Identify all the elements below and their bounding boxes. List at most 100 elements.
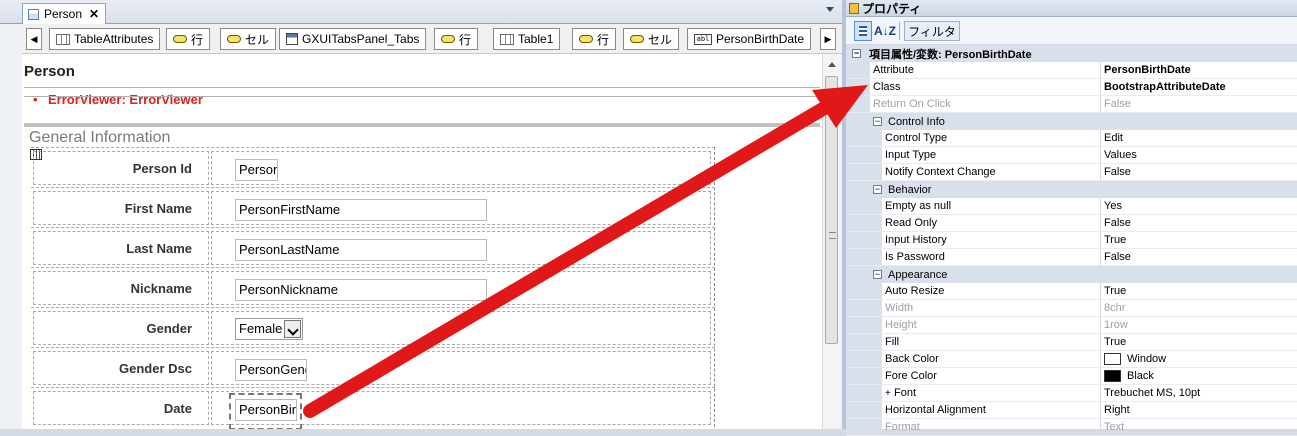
property-row-auto-resize[interactable]: Auto Resize True <box>846 283 1297 300</box>
field-cell[interactable]: Person <box>211 151 711 185</box>
breadcrumb-scroll-left-button[interactable]: ◀ <box>26 28 42 50</box>
table-row: Date PersonBirt <box>31 387 715 429</box>
property-value[interactable]: Black <box>1101 368 1297 384</box>
field-cell[interactable]: PersonBirt <box>211 391 711 429</box>
collapse-icon[interactable]: − <box>873 270 882 279</box>
category-label: Behavior <box>888 183 932 196</box>
label-first-name[interactable]: First Name <box>33 191 209 225</box>
field-cell[interactable]: PersonFirstName <box>211 191 711 225</box>
field-cell[interactable]: PersonNickname <box>211 271 711 305</box>
property-value[interactable]: Trebuchet MS, 10pt <box>1101 385 1297 401</box>
crumb-person-birth-date[interactable]: abl PersonBirthDate <box>687 28 812 50</box>
property-row-notify-context-change[interactable]: Notify Context Change False <box>846 164 1297 181</box>
crumb-row-1[interactable]: 行 <box>166 28 211 50</box>
crumb-tabs-panel[interactable]: GXUITabsPanel_Tabs <box>279 28 427 50</box>
label-gender-dsc[interactable]: Gender Dsc <box>33 351 209 385</box>
categorized-view-button[interactable] <box>854 21 872 41</box>
chevron-left-icon: ◀ <box>30 33 38 44</box>
property-value[interactable]: 1row <box>1101 317 1297 333</box>
breadcrumb-scroll-right-button[interactable]: ▶ <box>820 28 836 50</box>
table-icon <box>500 33 514 45</box>
crumb-cell-2[interactable]: セル <box>623 28 680 50</box>
property-value[interactable]: False <box>1101 164 1297 180</box>
property-row-read-only[interactable]: Read Only False <box>846 215 1297 232</box>
property-row-empty-as-null[interactable]: Empty as null Yes <box>846 198 1297 215</box>
field-cell[interactable]: PersonGend <box>211 351 711 385</box>
field-cell[interactable]: Female <box>211 311 711 345</box>
property-row-return-on-click[interactable]: Return On Click False <box>846 96 1297 113</box>
property-row-is-password[interactable]: Is Password False <box>846 249 1297 266</box>
crumb-table-attributes[interactable]: TableAttributes <box>49 28 161 50</box>
crumb-cell-1[interactable]: セル <box>220 28 277 50</box>
gender-select[interactable]: Female <box>235 318 303 340</box>
tab-person[interactable]: Person ✕ <box>22 3 106 24</box>
property-row-font[interactable]: + Font Trebuchet MS, 10pt <box>846 385 1297 402</box>
tab-list-dropdown-icon[interactable] <box>826 7 834 12</box>
error-viewer[interactable]: ErrorViewer: ErrorViewer <box>33 92 203 107</box>
chevron-down-icon[interactable] <box>284 320 301 338</box>
property-value[interactable]: BootstrapAttributeDate <box>1101 79 1297 95</box>
property-value[interactable]: False <box>1101 96 1297 112</box>
property-row-width[interactable]: Width 8chr <box>846 300 1297 317</box>
property-value[interactable]: 8chr <box>1101 300 1297 316</box>
property-value[interactable]: True <box>1101 283 1297 299</box>
property-name: Height <box>882 317 1101 333</box>
crumb-row-2[interactable]: 行 <box>434 28 479 50</box>
property-value[interactable]: Yes <box>1101 198 1297 214</box>
property-row-input-history[interactable]: Input History True <box>846 232 1297 249</box>
property-name: Fill <box>882 334 1101 350</box>
property-row-format[interactable]: Format Text <box>846 419 1297 436</box>
property-row-attribute[interactable]: Attribute PersonBirthDate <box>846 62 1297 79</box>
crumb-row-3[interactable]: 行 <box>572 28 617 50</box>
property-row-horizontal-alignment[interactable]: Horizontal Alignment Right <box>846 402 1297 419</box>
property-row-fill[interactable]: Fill True <box>846 334 1297 351</box>
close-icon[interactable]: ✕ <box>89 7 99 21</box>
alphabetical-sort-button[interactable]: A↓Z <box>874 21 896 41</box>
property-value[interactable]: PersonBirthDate <box>1101 62 1297 78</box>
person-id-input[interactable]: Person <box>235 159 278 181</box>
birth-date-input[interactable]: PersonBirt <box>235 399 297 421</box>
label-last-name[interactable]: Last Name <box>33 231 209 265</box>
attributes-table[interactable]: Person Id Person First Name PersonFirstN… <box>31 147 715 429</box>
nickname-input[interactable]: PersonNickname <box>235 279 487 301</box>
collapse-icon[interactable]: − <box>873 117 882 126</box>
collapse-icon[interactable]: − <box>852 49 861 58</box>
first-name-input[interactable]: PersonFirstName <box>235 199 487 221</box>
gender-dsc-input[interactable]: PersonGend <box>235 359 307 381</box>
last-name-input[interactable]: PersonLastName <box>235 239 487 261</box>
property-value[interactable]: Text <box>1101 419 1297 435</box>
table-row: Gender Female <box>31 307 715 347</box>
property-value[interactable]: True <box>1101 334 1297 350</box>
table-row: Gender Dsc PersonGend <box>31 347 715 387</box>
property-row-class[interactable]: Class BootstrapAttributeDate <box>846 79 1297 96</box>
property-value[interactable]: Window <box>1101 351 1297 367</box>
property-value[interactable]: Edit <box>1101 130 1297 146</box>
category-control-info[interactable]: − Control Info <box>846 113 1297 130</box>
canvas-scrollbar[interactable] <box>822 54 840 429</box>
property-value[interactable]: Right <box>1101 402 1297 418</box>
property-row-control-type[interactable]: Control Type Edit <box>846 130 1297 147</box>
scroll-up-icon[interactable] <box>828 62 836 67</box>
property-value[interactable]: Values <box>1101 147 1297 163</box>
filter-button[interactable]: フィルタ <box>904 21 960 41</box>
property-value[interactable]: False <box>1101 215 1297 231</box>
expand-icon[interactable]: + <box>885 385 894 401</box>
property-object-header[interactable]: − 項目属性/変数: PersonBirthDate <box>846 45 1297 62</box>
property-row-input-type[interactable]: Input Type Values <box>846 147 1297 164</box>
collapse-icon[interactable]: − <box>873 185 882 194</box>
label-gender[interactable]: Gender <box>33 311 209 345</box>
property-row-back-color[interactable]: Back Color Window <box>846 351 1297 368</box>
label-date[interactable]: Date <box>33 391 209 425</box>
property-value[interactable]: False <box>1101 249 1297 265</box>
field-cell[interactable]: PersonLastName <box>211 231 711 265</box>
property-row-fore-color[interactable]: Fore Color Black <box>846 368 1297 385</box>
category-appearance[interactable]: − Appearance <box>846 266 1297 283</box>
toolbar-separator <box>899 22 900 40</box>
label-person-id[interactable]: Person Id <box>33 151 209 185</box>
property-value[interactable]: True <box>1101 232 1297 248</box>
crumb-table1[interactable]: Table1 <box>493 28 561 50</box>
property-row-height[interactable]: Height 1row <box>846 317 1297 334</box>
scrollbar-thumb[interactable] <box>825 76 838 344</box>
label-nickname[interactable]: Nickname <box>33 271 209 305</box>
category-behavior[interactable]: − Behavior <box>846 181 1297 198</box>
